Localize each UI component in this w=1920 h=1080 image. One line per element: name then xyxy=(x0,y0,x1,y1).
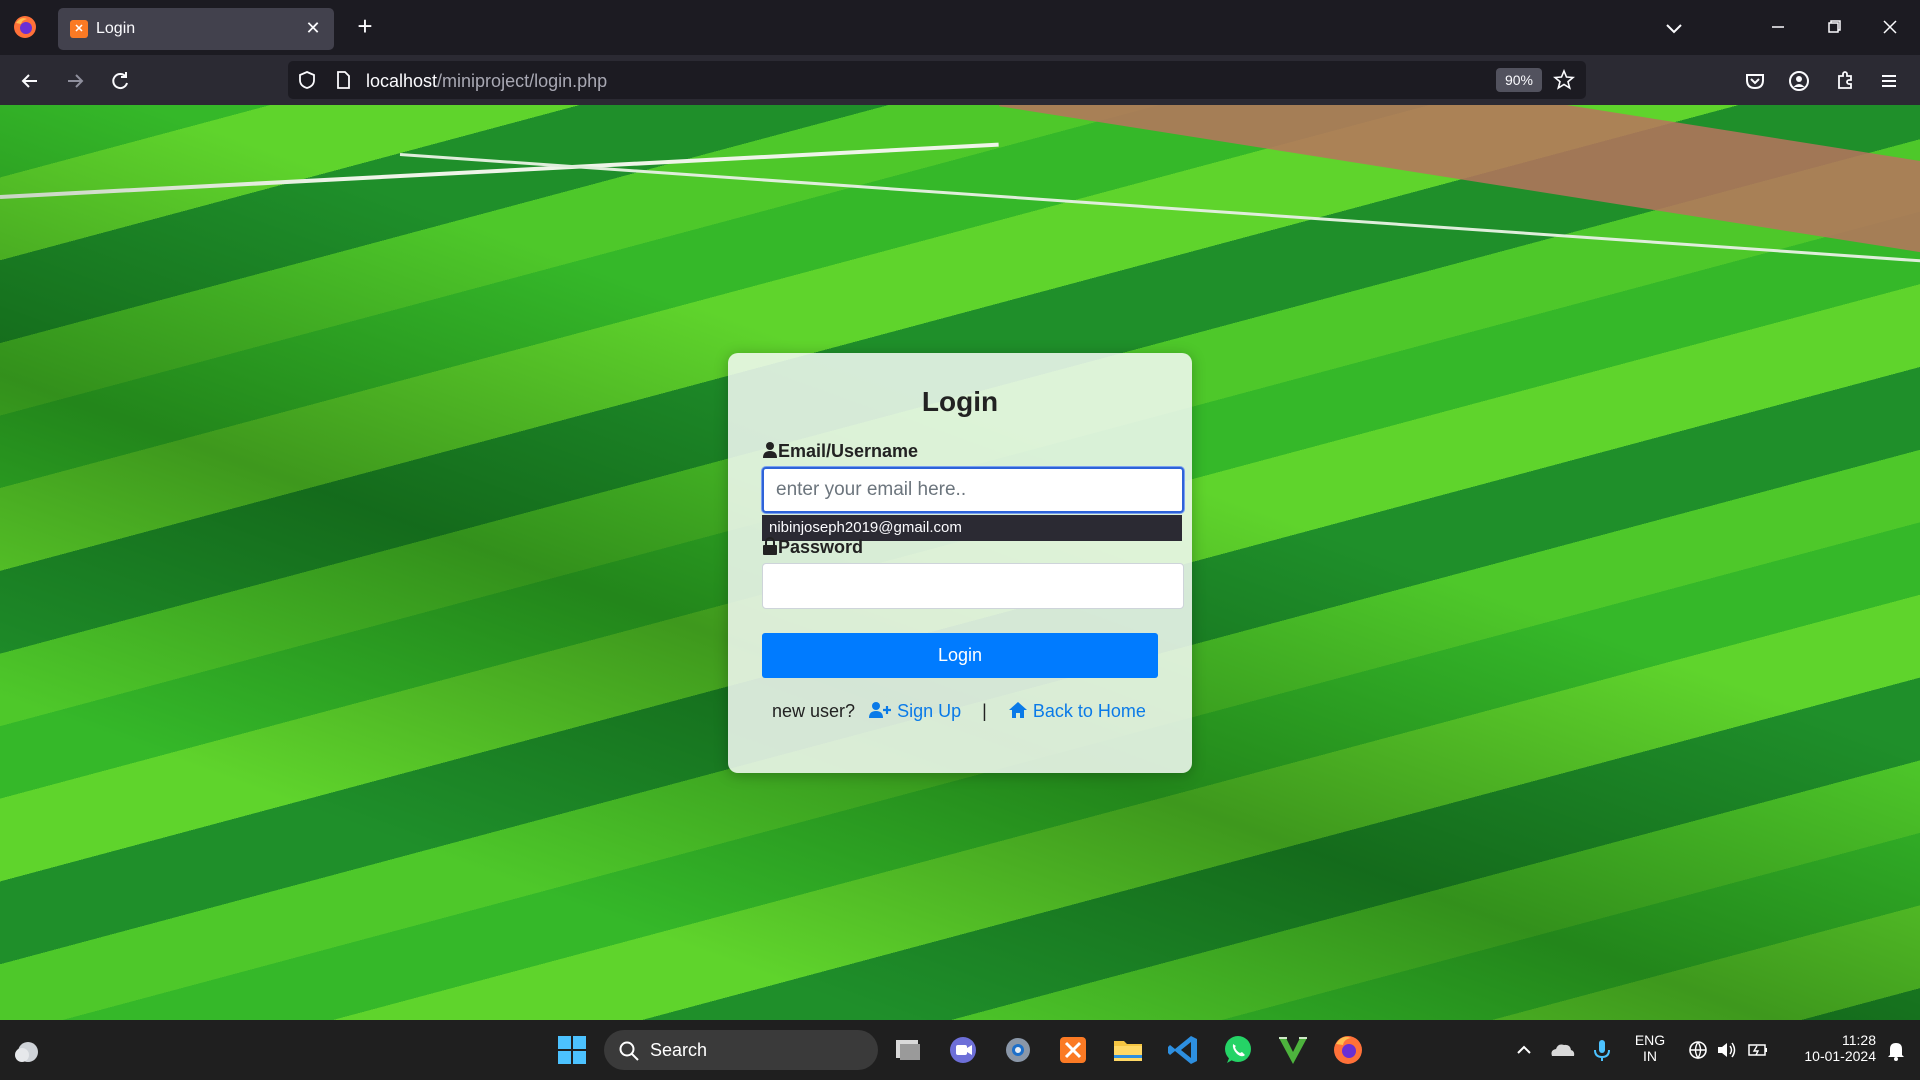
teams-chat-icon[interactable] xyxy=(943,1030,983,1070)
account-icon[interactable] xyxy=(1784,66,1814,96)
clock-time: 11:28 xyxy=(1842,1032,1876,1048)
back-arrow-icon[interactable] xyxy=(15,66,45,96)
lock-icon xyxy=(763,537,777,555)
windows-taskbar: Search ENG IN 11:28 10-01-2024 xyxy=(0,1020,1920,1080)
tab-bar: ✕ Login ✕ + xyxy=(0,0,1920,55)
email-input[interactable] xyxy=(762,467,1184,513)
clock[interactable]: 11:28 10-01-2024 xyxy=(1780,1032,1876,1064)
login-card: Login Email/Username nibinjoseph2019@gma… xyxy=(728,353,1192,773)
microphone-icon[interactable] xyxy=(1582,1030,1622,1070)
home-link[interactable]: Back to Home xyxy=(1008,701,1146,721)
firefox-menu-icon[interactable] xyxy=(12,14,38,40)
close-tab-icon[interactable]: ✕ xyxy=(302,17,324,39)
vscode-icon[interactable] xyxy=(1163,1030,1203,1070)
home-icon xyxy=(1008,702,1027,718)
hamburger-menu-icon[interactable] xyxy=(1874,66,1904,96)
language-indicator[interactable]: ENG IN xyxy=(1630,1032,1670,1064)
new-tab-button[interactable]: + xyxy=(350,12,380,42)
signup-link-text[interactable]: Sign Up xyxy=(897,701,961,721)
password-input[interactable] xyxy=(762,563,1184,609)
region-code: IN xyxy=(1643,1048,1657,1064)
url-text[interactable]: localhost/miniproject/login.php xyxy=(366,71,607,92)
firefox-taskbar-icon[interactable] xyxy=(1328,1030,1368,1070)
windows-start-icon[interactable] xyxy=(552,1030,592,1070)
home-link-text[interactable]: Back to Home xyxy=(1033,701,1146,721)
xampp-icon[interactable] xyxy=(1053,1030,1093,1070)
nav-toolbar: localhost/miniproject/login.php 90% xyxy=(0,55,1920,105)
tracking-shield-icon[interactable] xyxy=(296,69,318,91)
email-label: Email/Username xyxy=(762,441,918,462)
whatsapp-icon[interactable] xyxy=(1218,1030,1258,1070)
bookmark-star-icon[interactable] xyxy=(1553,69,1575,91)
onedrive-cloud-icon[interactable] xyxy=(1542,1030,1582,1070)
pocket-icon[interactable] xyxy=(1740,66,1770,96)
settings-gear-icon[interactable] xyxy=(998,1030,1038,1070)
password-label-text: Password xyxy=(778,537,864,557)
vim-icon[interactable] xyxy=(1273,1030,1313,1070)
user-plus-icon xyxy=(869,702,892,718)
minimize-icon[interactable] xyxy=(1758,10,1798,44)
language-code: ENG xyxy=(1634,1032,1666,1048)
extensions-icon[interactable] xyxy=(1830,66,1860,96)
file-explorer-icon[interactable] xyxy=(1108,1030,1148,1070)
footer-separator: | xyxy=(982,701,987,721)
notification-bell-icon[interactable] xyxy=(1876,1030,1916,1070)
login-button[interactable]: Login xyxy=(762,633,1158,678)
reload-icon[interactable] xyxy=(105,66,135,96)
chevron-up-icon[interactable] xyxy=(1504,1030,1544,1070)
new-user-text: new user? xyxy=(772,701,856,721)
footer-links: new user? Sign Up | Back to Home xyxy=(772,701,1146,722)
tab-title: Login xyxy=(96,20,136,37)
restore-icon[interactable] xyxy=(1814,10,1854,44)
page-info-icon[interactable] xyxy=(332,69,354,91)
task-view-icon[interactable] xyxy=(888,1030,928,1070)
list-all-tabs-icon[interactable] xyxy=(1660,14,1688,42)
signup-link[interactable]: Sign Up xyxy=(860,701,966,721)
taskbar-search[interactable]: Search xyxy=(604,1030,878,1070)
login-title: Login xyxy=(921,386,999,417)
url-bar[interactable]: localhost/miniproject/login.php 90% xyxy=(288,61,1586,99)
search-label: Search xyxy=(650,1040,708,1060)
tab-login[interactable]: ✕ Login ✕ xyxy=(58,8,334,50)
clock-date: 10-01-2024 xyxy=(1804,1048,1876,1064)
search-icon xyxy=(619,1041,639,1061)
battery-charging-icon[interactable] xyxy=(1738,1030,1778,1070)
close-window-icon[interactable] xyxy=(1870,10,1910,44)
forward-arrow-icon[interactable] xyxy=(60,66,90,96)
xampp-favicon-icon: ✕ xyxy=(70,20,88,38)
user-icon xyxy=(763,442,777,458)
password-label: Password xyxy=(762,537,863,558)
email-label-text: Email/Username xyxy=(778,441,919,461)
weather-icon[interactable] xyxy=(8,1030,48,1070)
zoom-level-badge[interactable]: 90% xyxy=(1496,68,1542,92)
